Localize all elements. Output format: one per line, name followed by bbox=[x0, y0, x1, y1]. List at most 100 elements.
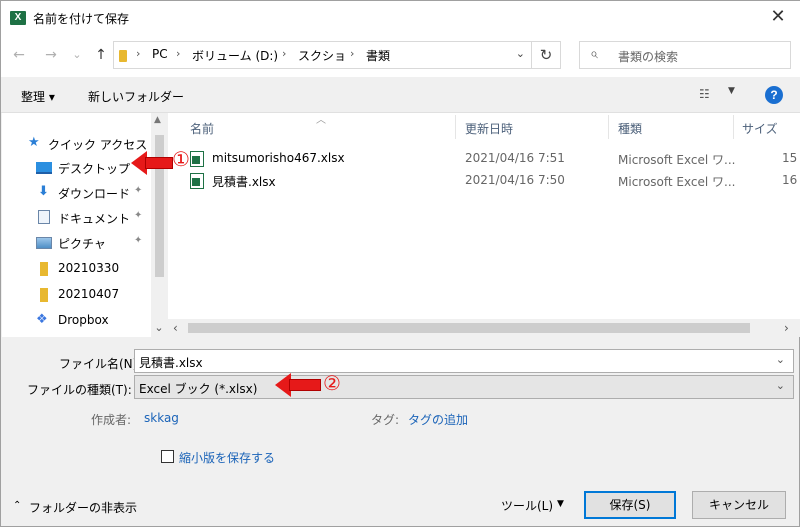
search-input[interactable]: ⌕ 書類の検索 bbox=[579, 41, 791, 69]
chevron-up-icon[interactable]: ⌃ bbox=[13, 500, 21, 511]
author-value[interactable]: skkag bbox=[144, 411, 179, 425]
chevron-down-icon[interactable]: ⌄ bbox=[776, 379, 785, 392]
star-icon: ★ bbox=[28, 135, 40, 150]
breadcrumb-volume[interactable]: ボリューム (D:) bbox=[192, 47, 278, 64]
navigation-pane: ★ クイック アクセス デスクトップ ⬇ ダウンロード ✦ ドキュメント ✦ ピ… bbox=[2, 113, 168, 337]
column-header-modified[interactable]: 更新日時 bbox=[465, 120, 513, 137]
desktop-icon bbox=[36, 162, 52, 174]
help-icon[interactable]: ? bbox=[765, 86, 783, 104]
chevron-down-icon[interactable]: ▼ bbox=[728, 86, 735, 96]
file-modified: 2021/04/16 7:51 bbox=[465, 151, 565, 165]
breadcrumb-screenshots[interactable]: スクショ bbox=[298, 47, 346, 64]
folder-icon bbox=[40, 288, 48, 302]
close-icon[interactable]: ✕ bbox=[767, 6, 789, 28]
sidebar-item-20210330[interactable]: 20210330 bbox=[2, 256, 152, 280]
author-label: 作成者: bbox=[91, 413, 132, 427]
file-size: 16 bbox=[782, 173, 798, 187]
up-button[interactable]: ↑ bbox=[91, 45, 111, 65]
file-list-horizontal-scrollbar[interactable]: ‹ › bbox=[168, 319, 800, 337]
column-header-name[interactable]: 名前 bbox=[190, 120, 214, 137]
recent-locations-button[interactable]: ⌄ bbox=[67, 45, 87, 65]
column-header-type[interactable]: 種類 bbox=[618, 120, 642, 137]
file-name: mitsumorisho467.xlsx bbox=[212, 151, 345, 165]
save-thumbnail-label[interactable]: 縮小版を保存する bbox=[179, 449, 275, 466]
excel-file-icon bbox=[190, 151, 204, 167]
refresh-button[interactable]: ↻ bbox=[531, 41, 561, 69]
annotation-arrow-1 bbox=[131, 151, 173, 175]
sidebar-item-label: 20210330 bbox=[58, 261, 120, 275]
annotation-arrow-2 bbox=[275, 373, 321, 397]
column-divider[interactable] bbox=[608, 115, 609, 139]
view-options-icon[interactable]: ☷ bbox=[699, 87, 710, 101]
chevron-up-icon[interactable]: ▲ bbox=[154, 115, 161, 125]
title-bar: X 名前を付けて保存 ✕ bbox=[1, 1, 800, 35]
sidebar-item-downloads[interactable]: ⬇ ダウンロード ✦ bbox=[2, 180, 152, 204]
sidebar-item-quick-access[interactable]: ★ クイック アクセス bbox=[2, 131, 152, 155]
forward-button[interactable]: → bbox=[41, 45, 61, 65]
hide-folders-button[interactable]: フォルダーの非表示 bbox=[29, 499, 137, 516]
breadcrumb-documents[interactable]: 書類 bbox=[366, 47, 390, 64]
scrollbar-thumb[interactable] bbox=[188, 323, 750, 333]
sidebar-item-label: ドキュメント bbox=[58, 212, 131, 226]
column-divider[interactable] bbox=[733, 115, 734, 139]
breadcrumb-pc[interactable]: PC bbox=[152, 47, 168, 61]
navigation-scrollbar[interactable]: ▲ ▼ bbox=[151, 113, 168, 337]
tools-menu-button[interactable]: ツール(L) bbox=[501, 497, 553, 514]
cancel-button[interactable]: キャンセル bbox=[692, 491, 786, 519]
address-row: ← → ⌄ ↑ › PC › ボリューム (D:) › スクショ › 書類 ⌄ … bbox=[1, 35, 800, 77]
filetype-label: ファイルの種類(T): bbox=[27, 383, 132, 397]
window-title: 名前を付けて保存 bbox=[33, 12, 130, 26]
sidebar-item-label: デスクトップ bbox=[58, 162, 131, 176]
chevron-right-icon[interactable]: › bbox=[784, 321, 789, 335]
chevron-left-icon[interactable]: ‹ bbox=[173, 321, 178, 335]
sidebar-item-label: ピクチャ bbox=[58, 237, 106, 251]
save-button[interactable]: 保存(S) bbox=[584, 491, 676, 519]
chevron-down-icon[interactable]: ⌄ bbox=[516, 47, 525, 60]
annotation-number-1: ① bbox=[172, 147, 190, 171]
breadcrumb-separator: › bbox=[176, 47, 181, 60]
breadcrumb-separator: › bbox=[282, 47, 287, 60]
file-list: ︿ 名前 更新日時 種類 サイズ mitsumorisho467.xlsx 20… bbox=[168, 113, 800, 337]
sidebar-item-label: 20210407 bbox=[58, 287, 120, 301]
sidebar-item-label: ダウンロード bbox=[58, 187, 131, 201]
sidebar-item-dropbox[interactable]: ❖ Dropbox bbox=[2, 308, 152, 332]
folder-icon bbox=[119, 50, 127, 62]
chevron-down-icon[interactable]: ⌄ bbox=[151, 319, 167, 337]
filename-value: 見積書.xlsx bbox=[139, 356, 203, 370]
back-button[interactable]: ← bbox=[9, 45, 29, 65]
document-icon bbox=[38, 210, 50, 224]
file-row[interactable]: mitsumorisho467.xlsx 2021/04/16 7:51 Mic… bbox=[168, 148, 800, 170]
command-toolbar: 整理 ▾ 新しいフォルダー ☷ ▼ ? bbox=[1, 77, 800, 113]
file-row[interactable]: 見積書.xlsx 2021/04/16 7:50 Microsoft Excel… bbox=[168, 170, 800, 192]
chevron-down-icon[interactable]: ⌄ bbox=[776, 353, 785, 366]
sidebar-item-documents[interactable]: ドキュメント ✦ bbox=[2, 205, 152, 229]
pin-icon: ✦ bbox=[134, 235, 143, 246]
search-placeholder: 書類の検索 bbox=[618, 50, 679, 64]
sidebar-item-label: Dropbox bbox=[58, 313, 109, 327]
filename-field[interactable]: 見積書.xlsx ⌄ bbox=[134, 349, 794, 373]
file-modified: 2021/04/16 7:50 bbox=[465, 173, 565, 187]
chevron-down-icon[interactable]: ▼ bbox=[557, 499, 564, 509]
filetype-select[interactable]: Excel ブック (*.xlsx) ⌄ bbox=[134, 375, 794, 399]
save-thumbnail-checkbox[interactable] bbox=[161, 450, 174, 463]
filetype-value: Excel ブック (*.xlsx) bbox=[139, 382, 258, 396]
tags-input[interactable]: タグの追加 bbox=[408, 411, 468, 428]
new-folder-button[interactable]: 新しいフォルダー bbox=[88, 88, 184, 105]
dropbox-icon: ❖ bbox=[36, 312, 48, 327]
download-icon: ⬇ bbox=[38, 184, 49, 199]
sidebar-item-desktop[interactable]: デスクトップ bbox=[2, 155, 152, 179]
column-header-size[interactable]: サイズ bbox=[742, 120, 778, 137]
column-divider[interactable] bbox=[455, 115, 456, 139]
pin-icon: ✦ bbox=[134, 210, 143, 221]
address-bar[interactable]: › PC › ボリューム (D:) › スクショ › 書類 ⌄ bbox=[113, 41, 532, 69]
sidebar-item-20210407[interactable]: 20210407 bbox=[2, 282, 152, 306]
file-type: Microsoft Excel ワ... bbox=[618, 153, 736, 167]
file-type: Microsoft Excel ワ... bbox=[618, 175, 736, 189]
organize-button[interactable]: 整理 ▾ bbox=[21, 88, 55, 105]
breadcrumb-separator: › bbox=[350, 47, 355, 60]
sidebar-item-pictures[interactable]: ピクチャ ✦ bbox=[2, 230, 152, 254]
sort-ascending-icon: ︿ bbox=[316, 115, 326, 126]
file-size: 15 bbox=[782, 151, 798, 165]
save-as-dialog: X 名前を付けて保存 ✕ ← → ⌄ ↑ › PC › ボリューム (D:) ›… bbox=[0, 0, 800, 527]
excel-file-icon bbox=[190, 173, 204, 189]
